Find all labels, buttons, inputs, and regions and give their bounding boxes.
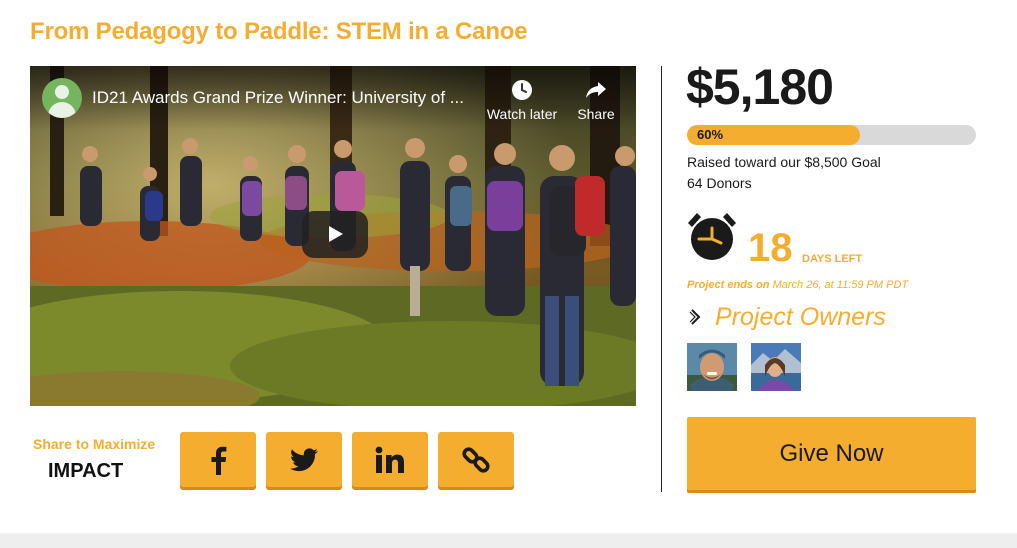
share-arrow-icon <box>570 78 622 104</box>
give-now-button[interactable]: Give Now <box>687 417 976 490</box>
facebook-icon <box>211 446 227 475</box>
goal-text: Raised toward our $8,500 Goal <box>687 154 881 170</box>
days-left-label: DAYS LEFT <box>802 253 863 265</box>
page-title: From Pedagogy to Paddle: STEM in a Canoe <box>30 18 528 45</box>
share-link-button[interactable] <box>438 432 514 487</box>
owner-avatar[interactable] <box>687 343 737 391</box>
alarm-clock-icon <box>688 213 736 260</box>
play-button[interactable] <box>302 211 368 258</box>
ends-prefix: Project ends on <box>687 279 770 291</box>
donor-count: 64 Donors <box>687 175 752 191</box>
share-twitter-button[interactable] <box>266 432 342 487</box>
channel-avatar-icon[interactable] <box>42 78 82 118</box>
footer-band <box>0 533 1017 548</box>
clock-icon <box>486 78 558 104</box>
linkedin-icon <box>375 446 404 473</box>
owner-avatar[interactable] <box>751 343 801 391</box>
share-impact-label: IMPACT <box>48 460 124 482</box>
video-title[interactable]: ID21 Awards Grand Prize Winner: Universi… <box>92 88 482 108</box>
days-left-number: 18 <box>748 226 793 270</box>
chevron-right-icon[interactable] <box>689 307 703 327</box>
funding-progress-bar: 60% <box>687 125 976 145</box>
progress-percent: 60% <box>697 127 724 142</box>
share-linkedin-button[interactable] <box>352 432 428 487</box>
watch-later-button[interactable]: Watch later <box>486 78 558 122</box>
link-icon <box>462 446 490 473</box>
video-player[interactable]: ID21 Awards Grand Prize Winner: Universi… <box>30 66 636 406</box>
video-share-button[interactable]: Share <box>570 78 622 122</box>
project-owners-heading[interactable]: Project Owners <box>715 303 886 332</box>
watch-later-label: Watch later <box>486 106 558 122</box>
video-share-label: Share <box>577 106 615 122</box>
play-icon <box>329 226 343 242</box>
share-facebook-button[interactable] <box>180 432 256 487</box>
column-divider <box>661 66 662 492</box>
ends-date: March 26, at 11:59 PM PDT <box>769 279 909 291</box>
project-end-date: Project ends on March 26, at 11:59 PM PD… <box>687 279 908 291</box>
twitter-icon <box>290 447 318 471</box>
amount-raised: $5,180 <box>686 59 834 115</box>
share-label: Share to Maximize <box>33 436 156 452</box>
